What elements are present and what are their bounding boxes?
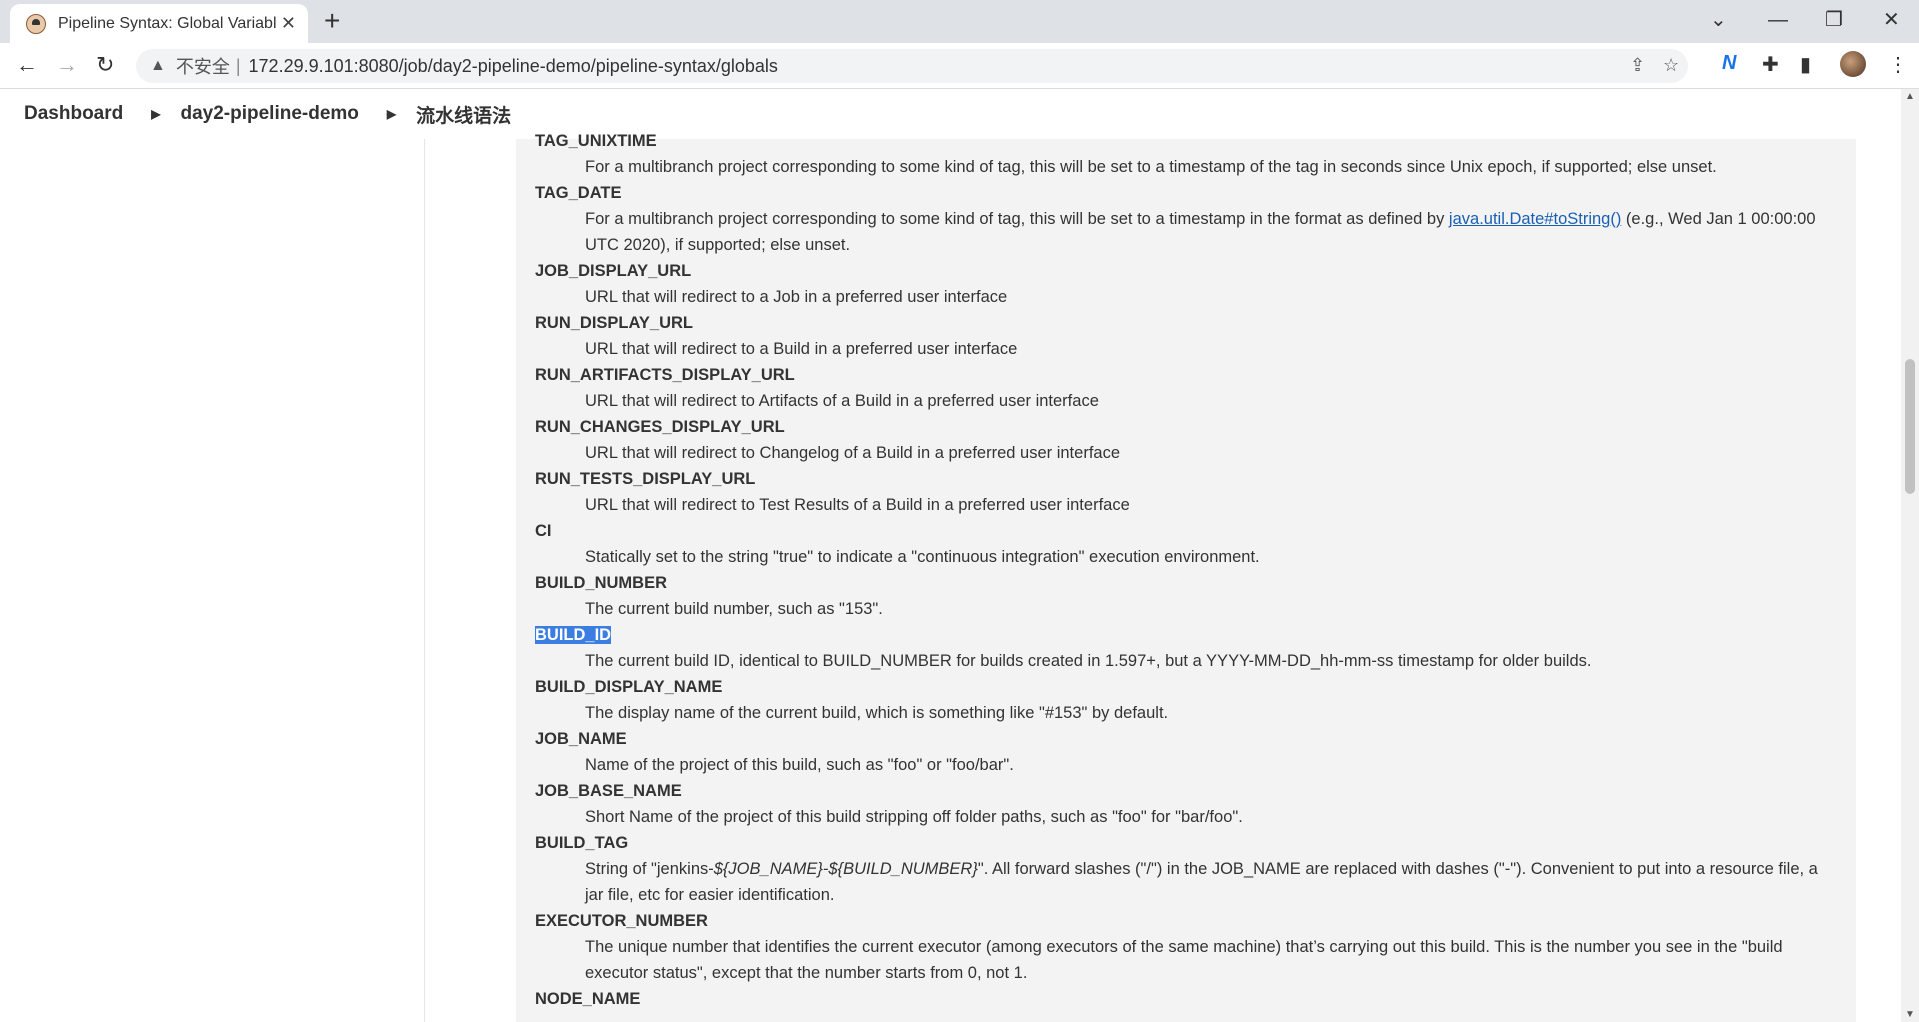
var-term: TAG_DATE bbox=[535, 184, 622, 202]
minimize-icon[interactable]: — bbox=[1768, 6, 1788, 34]
profile-avatar[interactable] bbox=[1840, 51, 1866, 77]
var-description: URL that will redirect to a Build in a p… bbox=[585, 340, 1018, 358]
browser-tab[interactable]: Pipeline Syntax: Global Variabl ✕ bbox=[10, 4, 308, 43]
insecure-label[interactable]: 不安全 bbox=[176, 53, 230, 79]
var-term: CI bbox=[535, 522, 552, 540]
close-window-icon[interactable]: ✕ bbox=[1883, 6, 1900, 34]
browser-tab-bar: Pipeline Syntax: Global Variabl ✕ + ⌄ — … bbox=[0, 0, 1919, 43]
global-variables-list: TAG_UNIXTIME For a multibranch project c… bbox=[535, 128, 1825, 1012]
share-icon[interactable]: ⇪ bbox=[1630, 55, 1645, 76]
var-term-selected: BUILD_ID bbox=[535, 622, 1825, 648]
tab-title: Pipeline Syntax: Global Variabl bbox=[58, 14, 277, 32]
desc-text: String of "jenkins- bbox=[585, 860, 714, 878]
desc-text: For a multibranch project corresponding … bbox=[585, 210, 1449, 228]
var-term: BUILD_NUMBER bbox=[535, 574, 667, 592]
var-description: URL that will redirect to Test Results o… bbox=[585, 496, 1130, 514]
side-panel-icon[interactable]: ▮ bbox=[1800, 52, 1811, 77]
var-term: JOB_DISPLAY_URL bbox=[535, 262, 692, 280]
restore-icon[interactable]: ❐ bbox=[1825, 6, 1843, 34]
menu-kebab-icon[interactable]: ⋮ bbox=[1888, 52, 1908, 77]
var-description: For a multibranch project corresponding … bbox=[585, 158, 1717, 176]
var-description: Name of the project of this build, such … bbox=[585, 756, 1014, 774]
breadcrumb-pipeline-syntax[interactable]: 流水线语法 bbox=[416, 101, 511, 128]
var-term: RUN_TESTS_DISPLAY_URL bbox=[535, 470, 756, 488]
tab-search-icon[interactable]: ⌄ bbox=[1710, 6, 1727, 34]
warning-icon[interactable]: ▲ bbox=[150, 57, 166, 75]
java-date-tostring-link[interactable]: java.util.Date#toString() bbox=[1449, 210, 1621, 228]
var-term: BUILD_TAG bbox=[535, 834, 629, 852]
desc-emphasis: ${JOB_NAME}-${BUILD_NUMBER} bbox=[713, 860, 978, 878]
breadcrumb-chevron-icon[interactable]: ▶ bbox=[151, 107, 160, 121]
breadcrumb-job[interactable]: day2-pipeline-demo bbox=[180, 103, 358, 125]
var-term: EXECUTOR_NUMBER bbox=[535, 912, 708, 930]
var-term: RUN_CHANGES_DISPLAY_URL bbox=[535, 418, 785, 436]
var-term: RUN_DISPLAY_URL bbox=[535, 314, 694, 332]
address-bar[interactable]: ▲ 不安全 | 172.29.9.101:8080/job/day2-pipel… bbox=[136, 49, 1688, 83]
breadcrumb-dashboard[interactable]: Dashboard bbox=[24, 103, 123, 125]
var-term: NODE_NAME bbox=[535, 990, 641, 1008]
var-term: RUN_ARTIFACTS_DISPLAY_URL bbox=[535, 366, 795, 384]
var-description: The display name of the current build, w… bbox=[585, 704, 1169, 722]
close-tab-icon[interactable]: ✕ bbox=[281, 13, 296, 33]
bookmark-star-icon[interactable]: ☆ bbox=[1663, 55, 1679, 76]
side-panel bbox=[0, 139, 425, 1022]
var-term: JOB_BASE_NAME bbox=[535, 782, 682, 800]
extensions-puzzle-icon[interactable]: ✚ bbox=[1762, 52, 1779, 77]
scroll-down-icon[interactable]: ▼ bbox=[1905, 1009, 1915, 1020]
var-description: The unique number that identifies the cu… bbox=[585, 938, 1783, 982]
var-term: JOB_NAME bbox=[535, 730, 627, 748]
url-text[interactable]: 172.29.9.101:8080/job/day2-pipeline-demo… bbox=[249, 56, 778, 77]
var-description: The current build ID, identical to BUILD… bbox=[585, 652, 1592, 670]
forward-icon[interactable]: → bbox=[56, 53, 78, 77]
var-description: String of "jenkins-${JOB_NAME}-${BUILD_N… bbox=[585, 856, 1825, 908]
scrollbar-thumb[interactable] bbox=[1905, 359, 1915, 494]
jenkins-favicon-icon bbox=[26, 13, 46, 34]
breadcrumb-chevron-icon[interactable]: ▶ bbox=[387, 107, 396, 121]
selected-text: BUILD_ID bbox=[535, 626, 612, 644]
var-description: For a multibranch project corresponding … bbox=[585, 206, 1825, 258]
var-term: TAG_UNIXTIME bbox=[535, 132, 657, 150]
back-icon[interactable]: ← bbox=[16, 53, 38, 77]
scroll-up-icon[interactable]: ▲ bbox=[1905, 91, 1915, 102]
var-description: The current build number, such as "153". bbox=[585, 600, 883, 618]
extension-n-icon[interactable]: N bbox=[1722, 52, 1736, 75]
new-tab-icon[interactable]: + bbox=[324, 5, 340, 37]
var-description: URL that will redirect to Artifacts of a… bbox=[585, 392, 1099, 410]
page-scrollbar[interactable]: ▲ ▼ bbox=[1901, 89, 1919, 1022]
reload-icon[interactable]: ↻ bbox=[96, 53, 114, 77]
address-toolbar: ← → ↻ ▲ 不安全 | 172.29.9.101:8080/job/day2… bbox=[0, 43, 1919, 89]
var-description: Short Name of the project of this build … bbox=[585, 808, 1243, 826]
url-separator: | bbox=[235, 55, 241, 76]
var-term: BUILD_DISPLAY_NAME bbox=[535, 678, 723, 696]
var-description: URL that will redirect to a Job in a pre… bbox=[585, 288, 1008, 306]
var-description: URL that will redirect to Changelog of a… bbox=[585, 444, 1121, 462]
var-description: Statically set to the string "true" to i… bbox=[585, 548, 1260, 566]
